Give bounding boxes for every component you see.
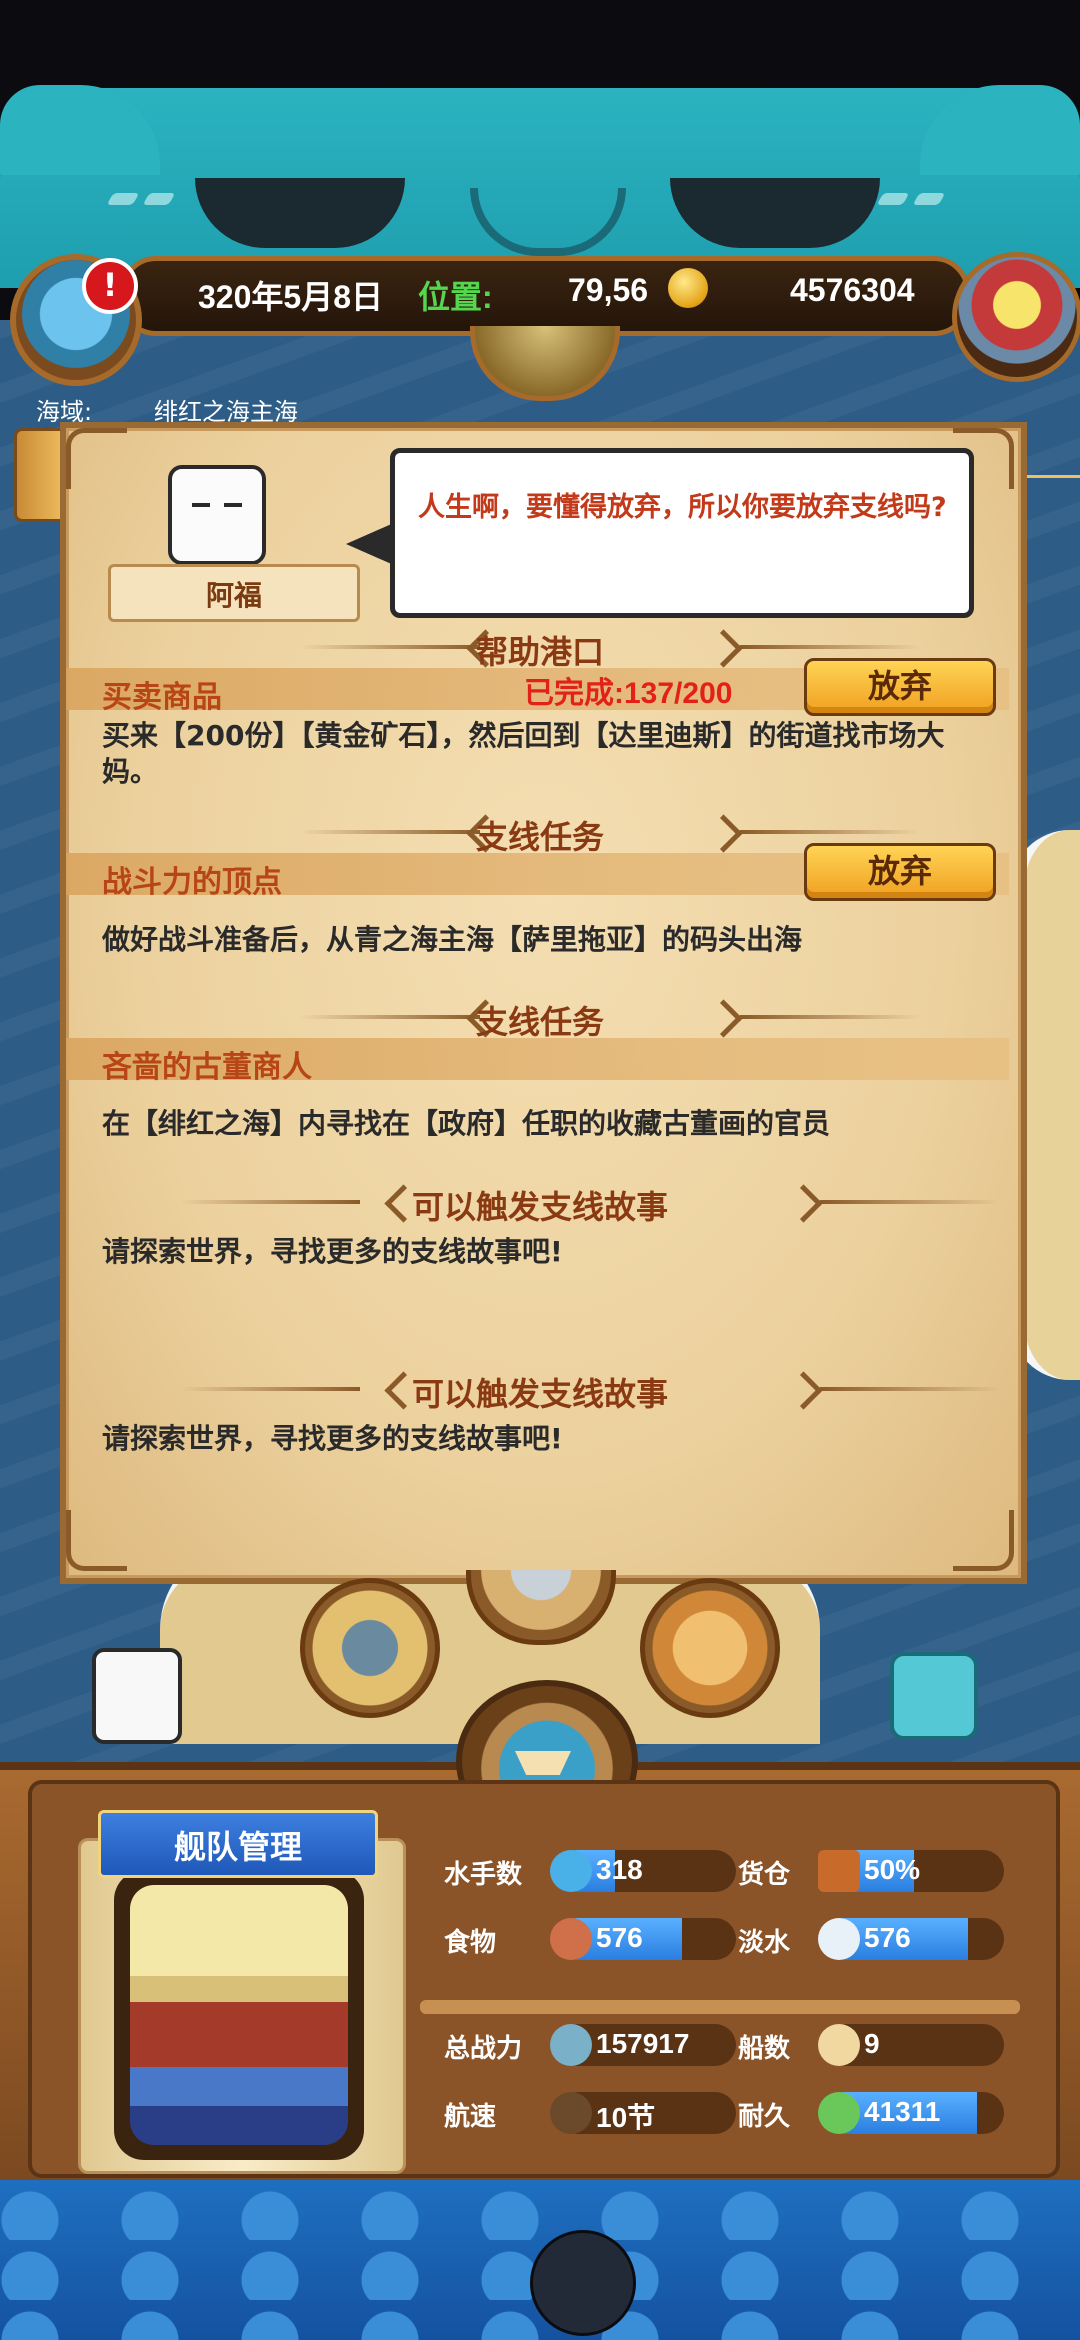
speech-bubble xyxy=(390,448,974,618)
sail-icon xyxy=(818,2024,860,2066)
telescope-icon[interactable] xyxy=(300,1578,440,1718)
npc-speech: 人生啊，要懂得放弃，所以你要放弃支线吗? xyxy=(418,492,947,523)
repair-icon xyxy=(818,2092,860,2134)
water-value: 576 xyxy=(864,1922,911,1953)
cat-blush-left xyxy=(106,190,220,210)
quest-description: 在【绯红之海】内寻找在【政府】任职的收藏古董画的官员 xyxy=(102,1107,831,1140)
dialog-corner-ornament xyxy=(66,1510,127,1571)
sailors-value: 318 xyxy=(596,1854,643,1885)
speech-bubble-tail xyxy=(346,522,396,566)
treasure-chest-icon[interactable] xyxy=(952,252,1080,382)
power-value: 157917 xyxy=(596,2028,690,2059)
ship-image[interactable] xyxy=(130,1885,348,2145)
durability-value: 41311 xyxy=(864,2096,941,2127)
durability-label: 耐久 xyxy=(738,2102,791,2132)
mascot-left xyxy=(92,1648,182,1744)
pirate-mascot-icon[interactable] xyxy=(530,2230,636,2336)
location-value: 79,56 xyxy=(568,272,649,308)
ships-label: 船数 xyxy=(738,2034,791,2064)
quest-name: 吝啬的古董商人 xyxy=(102,1050,312,1085)
speed-label: 航速 xyxy=(444,2102,497,2132)
stats-divider xyxy=(420,2000,1020,2014)
ship-speed-icon xyxy=(550,2092,592,2134)
quest-progress: 已完成:137/200 xyxy=(524,677,733,710)
crossed-swords-icon xyxy=(550,2024,592,2066)
section-title: 支线任务 xyxy=(475,1003,604,1041)
location-label: 位置: xyxy=(418,279,493,315)
cargo-value: 50% xyxy=(864,1854,921,1885)
globe-icon[interactable] xyxy=(640,1578,780,1718)
food-value: 576 xyxy=(596,1922,643,1953)
abandon-button[interactable]: 放弃 xyxy=(804,843,996,901)
cargo-label: 货仓 xyxy=(738,1860,791,1890)
water-jug-icon xyxy=(818,1918,860,1960)
sailors-label: 水手数 xyxy=(444,1860,523,1890)
ships-value: 9 xyxy=(864,2028,880,2059)
quest-name: 买卖商品 xyxy=(102,680,222,715)
water-label: 淡水 xyxy=(738,1928,791,1958)
section-title: 可以触发支线故事 xyxy=(411,1375,668,1413)
npc-portrait xyxy=(168,465,266,565)
food-label: 食物 xyxy=(444,1928,497,1958)
decorative-line xyxy=(1025,475,1080,478)
meat-icon xyxy=(550,1918,592,1960)
dialog-corner-ornament xyxy=(66,428,127,489)
section-title: 可以触发支线故事 xyxy=(411,1188,668,1226)
speed-value: 10节 xyxy=(596,2102,656,2133)
gold-amount: 4576304 xyxy=(790,272,915,308)
quest-description: 做好战斗准备后，从青之海主海【萨里拖亚】的码头出海 xyxy=(102,923,803,956)
quest-description: 买来【200份】【黄金矿石】，然后回到【达里迪斯】的街道找市场大妈。 xyxy=(102,719,945,788)
npc-name: 阿福 xyxy=(205,579,262,612)
game-date: 320年5月8日 xyxy=(198,279,383,315)
abandon-button[interactable]: 放弃 xyxy=(804,658,996,716)
quest-name: 战斗力的顶点 xyxy=(102,865,282,900)
quest-description: 请探索世界，寻找更多的支线故事吧! xyxy=(102,1235,563,1268)
fleet-management-title[interactable]: 舰队管理 xyxy=(98,1822,378,1868)
dialog-corner-ornament xyxy=(953,1510,1014,1571)
sailor-icon xyxy=(550,1850,592,1892)
power-label: 总战力 xyxy=(444,2034,523,2064)
mascot-right xyxy=(890,1652,978,1740)
gold-coin-icon xyxy=(668,268,708,308)
cat-blush-right xyxy=(876,190,990,210)
crate-icon xyxy=(818,1850,860,1892)
alert-badge[interactable]: ! xyxy=(82,258,138,314)
quest-description: 请探索世界，寻找更多的支线故事吧! xyxy=(102,1422,563,1455)
